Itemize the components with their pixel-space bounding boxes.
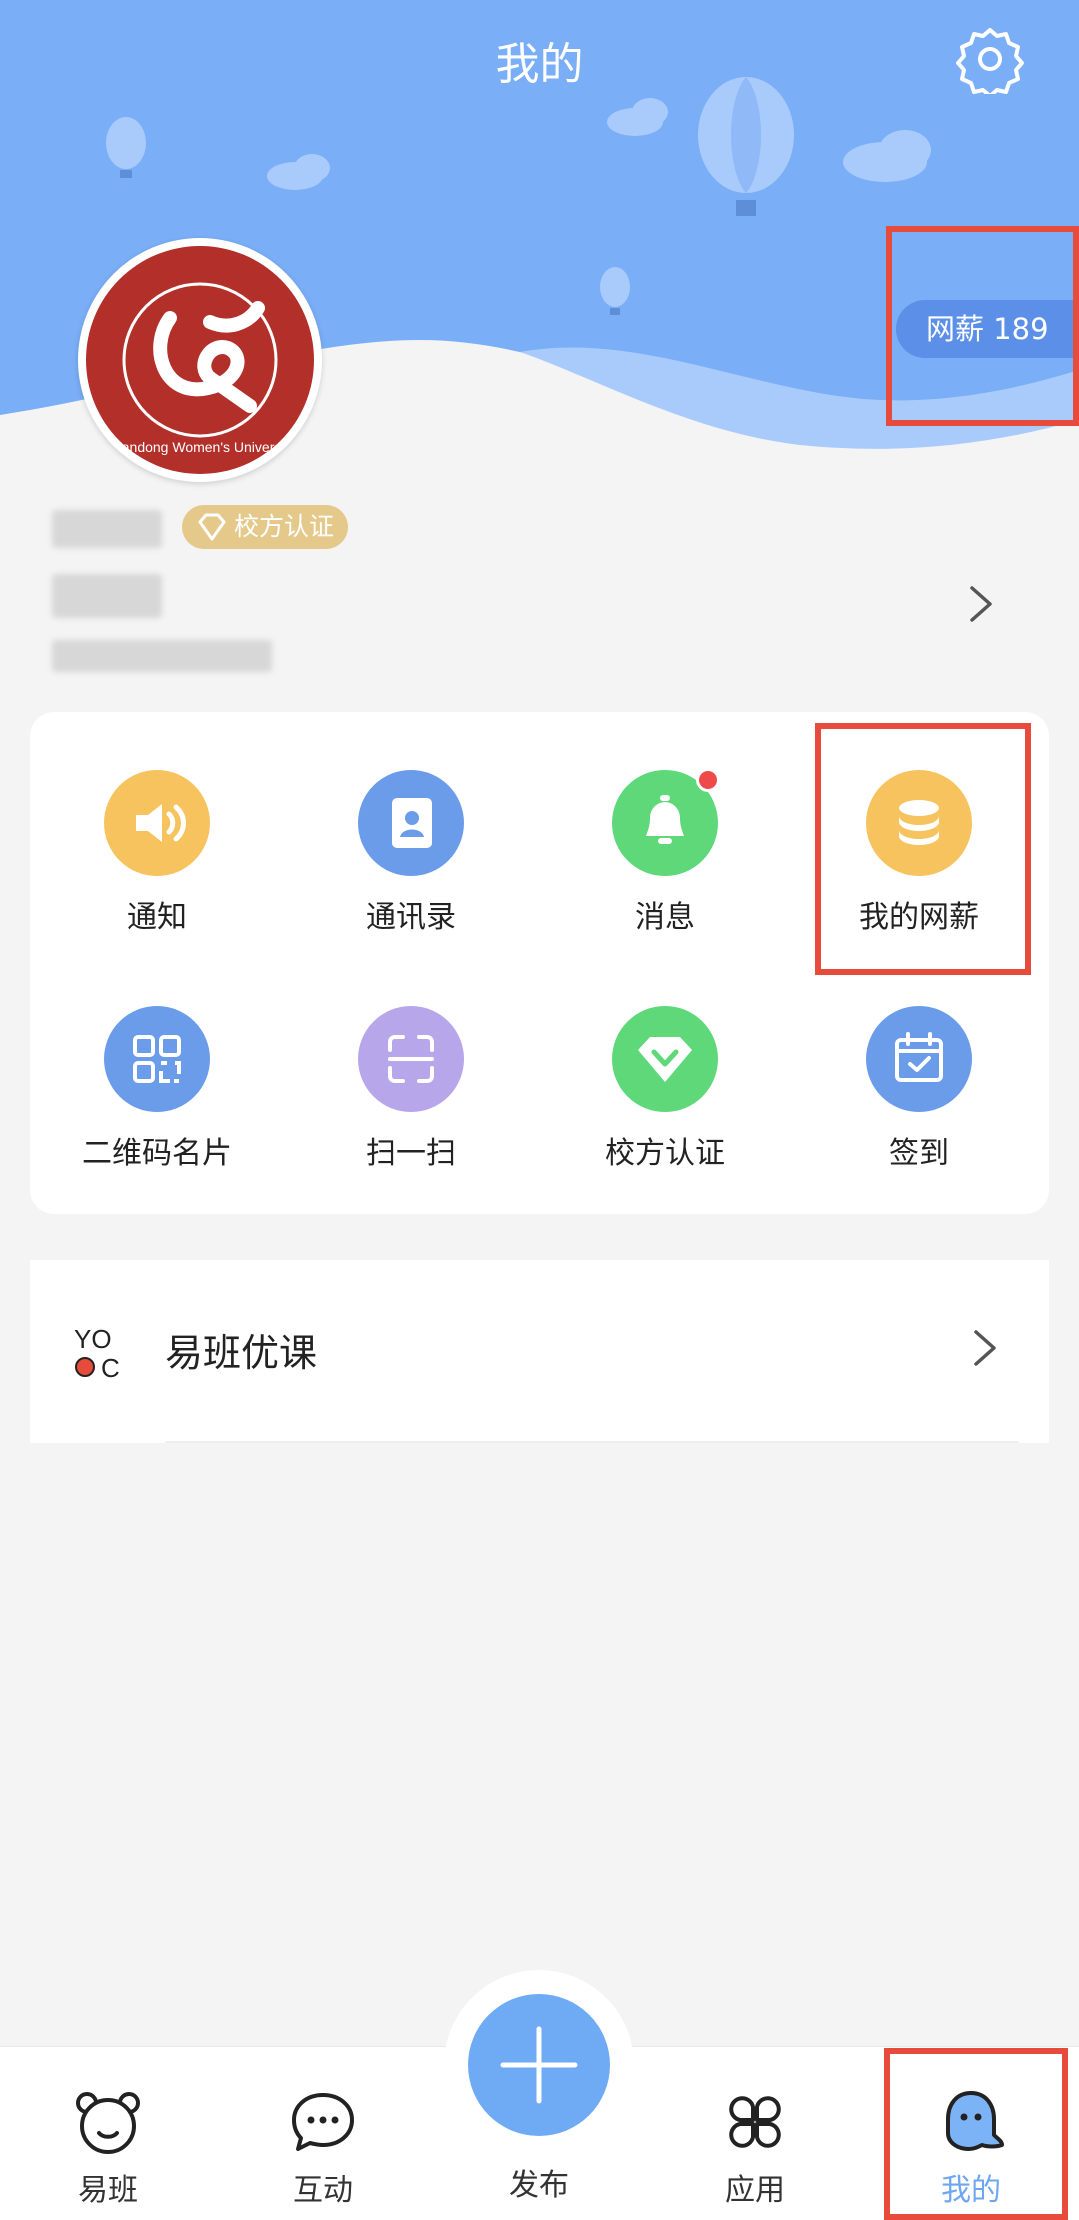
grid-item-label: 消息 xyxy=(635,900,695,935)
tab-label: 互动 xyxy=(293,2173,353,2208)
unread-dot xyxy=(696,768,720,792)
verify-badge[interactable]: 校方认证 xyxy=(182,505,349,549)
page-title: 我的 xyxy=(495,39,584,90)
grid-item-contacts[interactable]: 通讯录 xyxy=(284,770,538,936)
grid-item-label: 扫一扫 xyxy=(366,1136,456,1171)
grid-item-messages[interactable]: 消息 xyxy=(538,768,792,936)
bear-icon xyxy=(76,2092,140,2154)
grid-item-label: 二维码名片 xyxy=(82,1136,232,1171)
tab-label: 发布 xyxy=(509,2168,569,2203)
course-title: 易班优课 xyxy=(165,1331,318,1375)
tab-yiban[interactable]: 易班 xyxy=(33,2047,183,2209)
avatar[interactable]: Shandong Women's University xyxy=(78,238,322,482)
divider xyxy=(165,1441,1019,1443)
grid-item-notice[interactable]: 通知 xyxy=(30,770,284,936)
grid-item-label: 通讯录 xyxy=(366,900,456,935)
chat-icon xyxy=(292,2093,354,2151)
contacts-icon xyxy=(358,770,464,876)
tab-label: 易班 xyxy=(78,2173,138,2208)
svg-text:Shandong Women's University: Shandong Women's University xyxy=(105,439,296,455)
svg-text:C: C xyxy=(101,1353,120,1382)
apps-icon xyxy=(729,2096,781,2148)
grid-item-verify[interactable]: 校方认证 xyxy=(538,1006,792,1172)
qrcode-icon xyxy=(104,1006,210,1112)
verify-badge-label: 校方认证 xyxy=(234,512,335,541)
scan-icon xyxy=(358,1006,464,1112)
highlight-mine-tab-box xyxy=(884,2048,1068,2220)
grid-item-checkin[interactable]: 签到 xyxy=(792,1006,1046,1172)
grid-item-label: 签到 xyxy=(889,1136,949,1171)
grid-item-scan[interactable]: 扫一扫 xyxy=(284,1006,538,1172)
yooc-logo: YO C xyxy=(74,1324,120,1382)
tab-apps[interactable]: 应用 xyxy=(680,2047,830,2209)
tab-label: 应用 xyxy=(725,2173,785,2208)
speaker-icon xyxy=(104,770,210,876)
publish-button[interactable] xyxy=(468,1994,610,2136)
chevron-right-icon xyxy=(974,1330,996,1366)
calendar-check-icon xyxy=(866,1006,972,1112)
user-name-blurred xyxy=(52,510,162,548)
grid-item-qrcode[interactable]: 二维码名片 xyxy=(30,1006,284,1172)
course-entry[interactable]: YO C 易班优课 xyxy=(30,1260,1049,1443)
highlight-my-wage-box xyxy=(815,723,1031,975)
grid-item-label: 通知 xyxy=(127,900,187,935)
plus-icon xyxy=(500,2026,578,2104)
svg-text:YO: YO xyxy=(74,1324,112,1354)
highlight-wage-box xyxy=(886,226,1079,426)
user-school-blurred xyxy=(52,640,272,672)
grid-item-label: 校方认证 xyxy=(605,1136,725,1171)
school-seal-icon: Shandong Women's University xyxy=(80,240,320,480)
user-id-blurred xyxy=(52,574,162,618)
verified-icon xyxy=(612,1006,718,1112)
tab-interact[interactable]: 互动 xyxy=(248,2047,398,2209)
chevron-right-icon[interactable] xyxy=(968,584,996,624)
diamond-icon xyxy=(198,513,226,541)
gear-icon[interactable] xyxy=(955,24,1025,94)
bell-icon xyxy=(612,768,720,876)
